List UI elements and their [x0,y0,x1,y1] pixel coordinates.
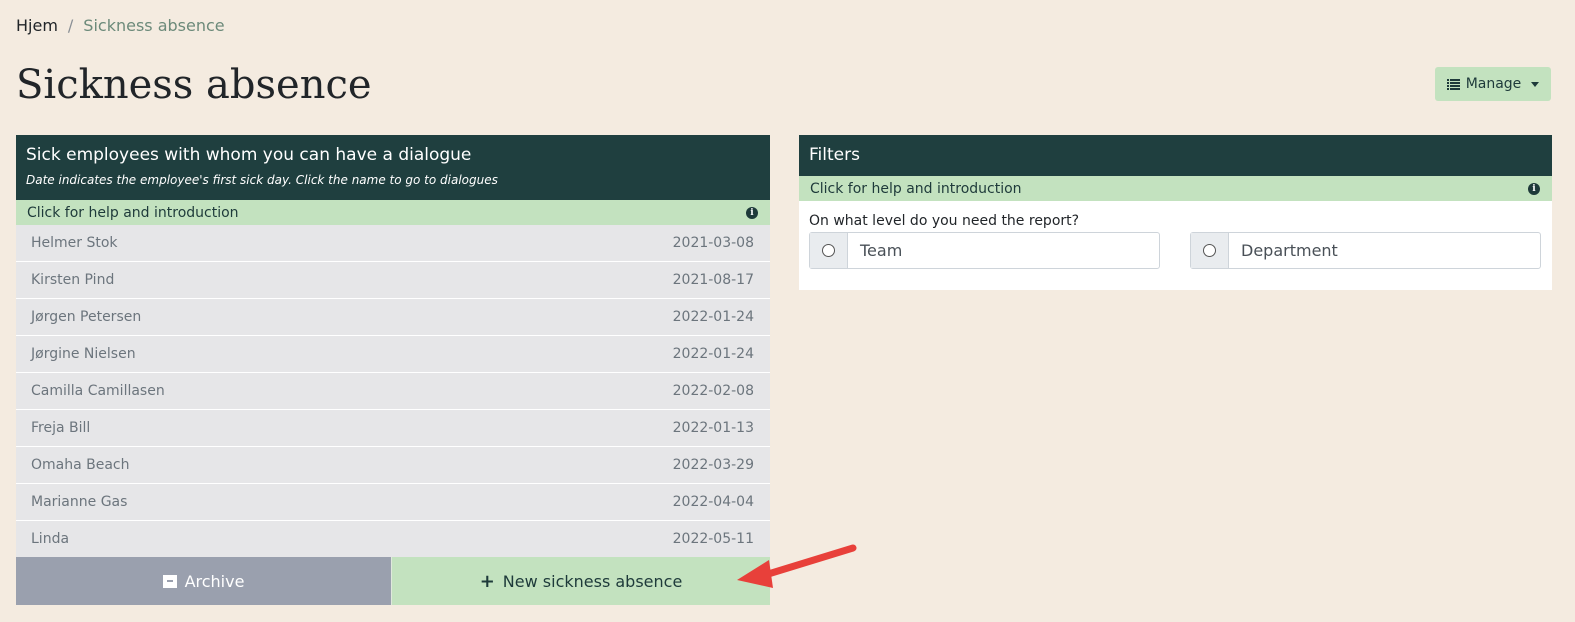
employee-row[interactable]: Kirsten Pind 2021-08-17 [16,262,770,299]
employee-row[interactable]: Linda 2022-05-11 [16,521,770,558]
radio-box [1191,233,1229,268]
sick-employees-subtitle: Date indicates the employee's first sick… [26,173,498,187]
caret-down-icon [1531,81,1540,87]
archive-button[interactable]: Archive [16,557,391,605]
filters-header: Filters [799,135,1552,176]
employee-list: Helmer Stok 2021-03-08 Kirsten Pind 2021-08… [16,225,770,558]
sick-employees-panel: Sick employees with whom you can have a … [16,135,770,605]
employee-first-sick-date: 2021-08-17 [672,272,754,288]
employee-name-link[interactable]: Helmer Stok [31,235,118,251]
employee-first-sick-date: 2022-01-24 [672,346,754,362]
sick-employees-title: Sick employees with whom you can have a … [26,145,472,165]
radio-label-team: Team [860,241,903,260]
employee-name-link[interactable]: Omaha Beach [31,457,130,473]
employee-row[interactable]: Jørgine Nielsen 2022-01-24 [16,336,770,373]
info-icon: i [746,206,758,219]
radio-option-department[interactable]: Department [1190,232,1541,269]
employee-row[interactable]: Omaha Beach 2022-03-29 [16,447,770,484]
new-sickness-absence-label: New sickness absence [502,571,683,591]
employee-first-sick-date: 2022-01-24 [672,309,754,325]
annotation-arrow-icon [737,544,857,588]
info-icon: i [1528,182,1540,195]
radio-button[interactable] [822,244,835,257]
employee-first-sick-date: 2021-03-08 [672,235,754,251]
radio-option-team[interactable]: Team [809,232,1160,269]
breadcrumb: Hjem / Sickness absence [16,16,225,35]
action-buttons: Archive + New sickness absence [16,557,770,605]
employee-first-sick-date: 2022-03-29 [672,457,754,473]
employee-first-sick-date: 2022-02-08 [672,383,754,399]
employee-name-link[interactable]: Jørgen Petersen [31,309,141,325]
employee-row[interactable]: Jørgen Petersen 2022-01-24 [16,299,770,336]
new-sickness-absence-button[interactable]: + New sickness absence [391,557,770,605]
filters-help-label: Click for help and introduction [810,180,1022,197]
employee-row[interactable]: Marianne Gas 2022-04-04 [16,484,770,521]
employee-name-link[interactable]: Marianne Gas [31,494,127,510]
manage-dropdown-button[interactable]: Manage [1435,67,1551,101]
report-level-options: Team Department [809,232,1552,269]
employee-row[interactable]: Camilla Camillasen 2022-02-08 [16,373,770,410]
employee-row[interactable]: Helmer Stok 2021-03-08 [16,225,770,262]
breadcrumb-current: Sickness absence [83,16,225,35]
filters-help-bar[interactable]: Click for help and introduction i [799,176,1552,201]
employee-name-link[interactable]: Kirsten Pind [31,272,114,288]
radio-box [810,233,848,268]
sick-employees-header: Sick employees with whom you can have a … [16,135,770,200]
report-level-question: On what level do you need the report? [809,213,1080,229]
employee-name-link[interactable]: Camilla Camillasen [31,383,165,399]
employee-name-link[interactable]: Linda [31,531,69,547]
employee-first-sick-date: 2022-04-04 [672,494,754,510]
plus-icon: + [479,570,495,592]
archive-label: Archive [184,571,245,591]
list-icon [1446,78,1460,90]
breadcrumb-separator: / [67,16,74,35]
radio-button[interactable] [1203,244,1216,257]
employee-name-link[interactable]: Freja Bill [31,420,90,436]
filters-title: Filters [809,145,860,165]
page-title: Sickness absence [16,62,372,108]
breadcrumb-home-link[interactable]: Hjem [16,16,58,35]
manage-label: Manage [1465,76,1522,92]
employee-row[interactable]: Freja Bill 2022-01-13 [16,410,770,447]
radio-label-department: Department [1241,241,1338,260]
filters-panel: Filters Click for help and introduction … [799,135,1552,290]
help-bar[interactable]: Click for help and introduction i [16,200,770,225]
help-label: Click for help and introduction [27,204,239,221]
archive-icon [162,574,177,588]
employee-first-sick-date: 2022-01-13 [672,420,754,436]
employee-name-link[interactable]: Jørgine Nielsen [31,346,136,362]
